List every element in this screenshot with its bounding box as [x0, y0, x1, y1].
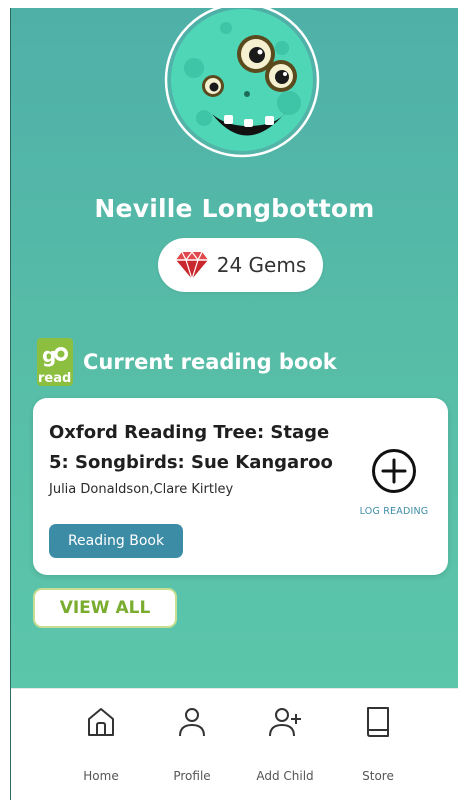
book-title: Oxford Reading Tree: Stage 5: Songbirds:…	[49, 422, 333, 473]
section-title: Current reading book	[83, 350, 337, 374]
home-icon	[88, 708, 114, 736]
plus-circle-icon	[372, 449, 416, 493]
current-book-card[interactable]: Oxford Reading Tree: Stage 5: Songbirds:…	[33, 398, 448, 575]
profile-screen: Neville Longbottom 24 Gems g read Curren…	[10, 8, 458, 800]
log-reading-label: LOG READING	[359, 506, 429, 517]
book-authors: Julia Donaldson,Clare Kirtley	[49, 482, 234, 497]
person-icon	[179, 708, 205, 737]
book-icon	[367, 707, 389, 737]
nav-item-add-child[interactable]: Add Child	[245, 689, 325, 800]
gems-count: 24 Gems	[216, 253, 307, 277]
view-all-button[interactable]: VIEW ALL	[33, 588, 177, 628]
svg-text:read: read	[38, 371, 71, 386]
log-reading-button[interactable]: LOG READING	[349, 448, 439, 532]
go-read-logo: g read	[37, 338, 73, 386]
bottom-navigation: Home Profile Add Child Store	[11, 688, 458, 800]
gems-badge[interactable]: 24 Gems	[158, 238, 323, 292]
reading-book-tag: Reading Book	[49, 524, 183, 558]
nav-item-store[interactable]: Store	[338, 689, 418, 800]
nav-label-profile: Profile	[173, 769, 211, 783]
monster-avatar[interactable]	[164, 8, 320, 172]
add-person-icon	[269, 708, 301, 737]
nav-item-home[interactable]: Home	[61, 689, 141, 800]
nav-label-home: Home	[83, 769, 119, 783]
nav-label-add-child: Add Child	[256, 769, 314, 783]
child-name: Neville Longbottom	[94, 194, 375, 223]
gem-icon	[175, 251, 208, 280]
nav-label-store: Store	[362, 769, 394, 783]
nav-item-profile[interactable]: Profile	[152, 689, 232, 800]
current-book-header: g read Current reading book	[37, 338, 337, 386]
